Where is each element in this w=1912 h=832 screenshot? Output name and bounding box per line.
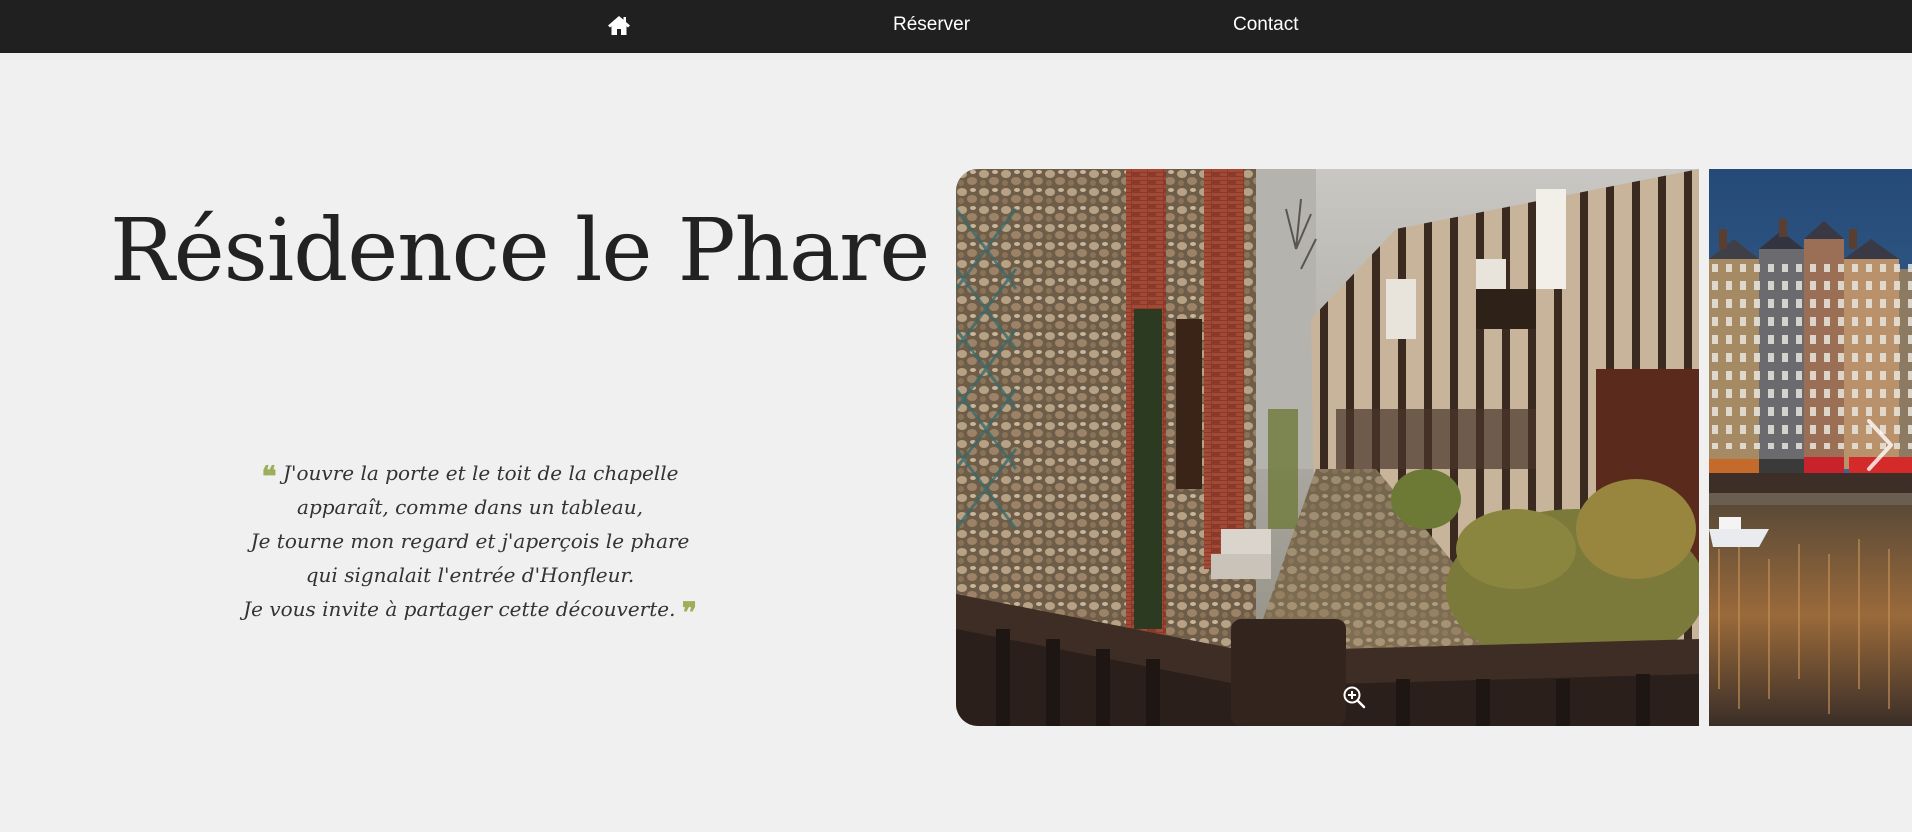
top-navigation: Réserver Contact: [0, 0, 1912, 53]
close-quote-icon: ❞: [681, 596, 697, 629]
home-icon: [608, 16, 630, 35]
zoom-button[interactable]: [1342, 685, 1366, 709]
chevron-right-icon: [1867, 419, 1893, 471]
page-title: Résidence le Phare: [110, 201, 930, 301]
quote-line-text: Je vous invite à partager cette découver…: [243, 597, 676, 621]
intro-quote: ❝ J'ouvre la porte et le toit de la chap…: [215, 456, 725, 629]
photo-gallery: [956, 169, 1912, 726]
nav-link-contact[interactable]: Contact: [1233, 14, 1298, 36]
quote-line: Je tourne mon regard et j'aperçois le ph…: [250, 529, 690, 553]
nav-home-link[interactable]: [607, 14, 631, 36]
quote-line: qui signalait l'entrée d'Honfleur.: [305, 563, 635, 587]
zoom-in-icon: [1343, 686, 1366, 709]
nav-link-reserver[interactable]: Réserver: [893, 14, 970, 36]
quote-line: apparaît, comme dans un tableau,: [297, 495, 643, 519]
quote-line: Je vous invite à partager cette découver…: [215, 592, 725, 629]
open-quote-icon: ❝: [261, 460, 277, 493]
gallery-next-button[interactable]: [1861, 417, 1897, 473]
gallery-slide-alley[interactable]: [956, 169, 1699, 726]
quote-line-text: J'ouvre la porte et le toit de la chapel…: [282, 461, 679, 485]
quote-line: ❝ J'ouvre la porte et le toit de la chap…: [215, 456, 725, 493]
alley-photo: [956, 169, 1699, 726]
